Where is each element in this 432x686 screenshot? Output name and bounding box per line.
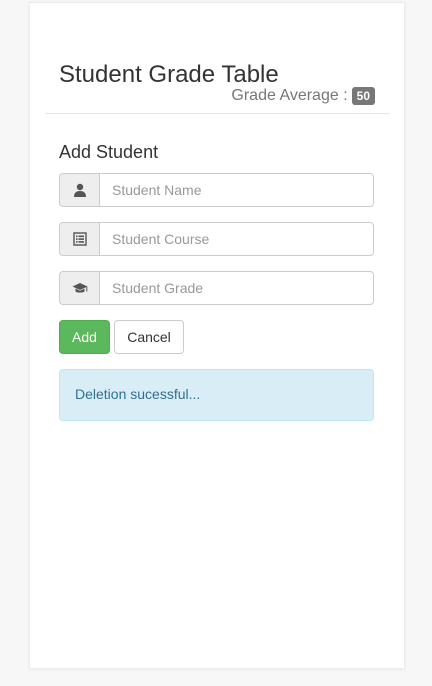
student-course-input[interactable] <box>99 222 374 256</box>
grade-table-panel: Student Grade Table Grade Average : 50 A… <box>29 2 405 669</box>
grade-average-label: Grade Average : <box>231 87 348 104</box>
student-grade-group <box>59 271 374 305</box>
grade-average-badge: 50 <box>351 87 375 105</box>
user-icon <box>59 173 99 207</box>
grade-average: Grade Average : 50 <box>231 87 375 105</box>
status-alert: Deletion sucessful... <box>59 369 374 421</box>
status-alert-message: Deletion sucessful... <box>75 386 201 402</box>
page-header: Student Grade Table Grade Average : 50 <box>45 3 390 114</box>
student-course-group <box>59 222 374 256</box>
page-title: Student Grade Table <box>59 61 279 88</box>
student-name-input[interactable] <box>99 173 374 207</box>
cancel-button[interactable]: Cancel <box>114 320 184 354</box>
student-name-group <box>59 173 374 207</box>
graduation-cap-icon <box>59 271 99 305</box>
list-icon <box>59 222 99 256</box>
add-student-heading: Add Student <box>59 142 159 162</box>
student-grade-input[interactable] <box>99 271 374 305</box>
add-button[interactable]: Add <box>59 320 110 354</box>
